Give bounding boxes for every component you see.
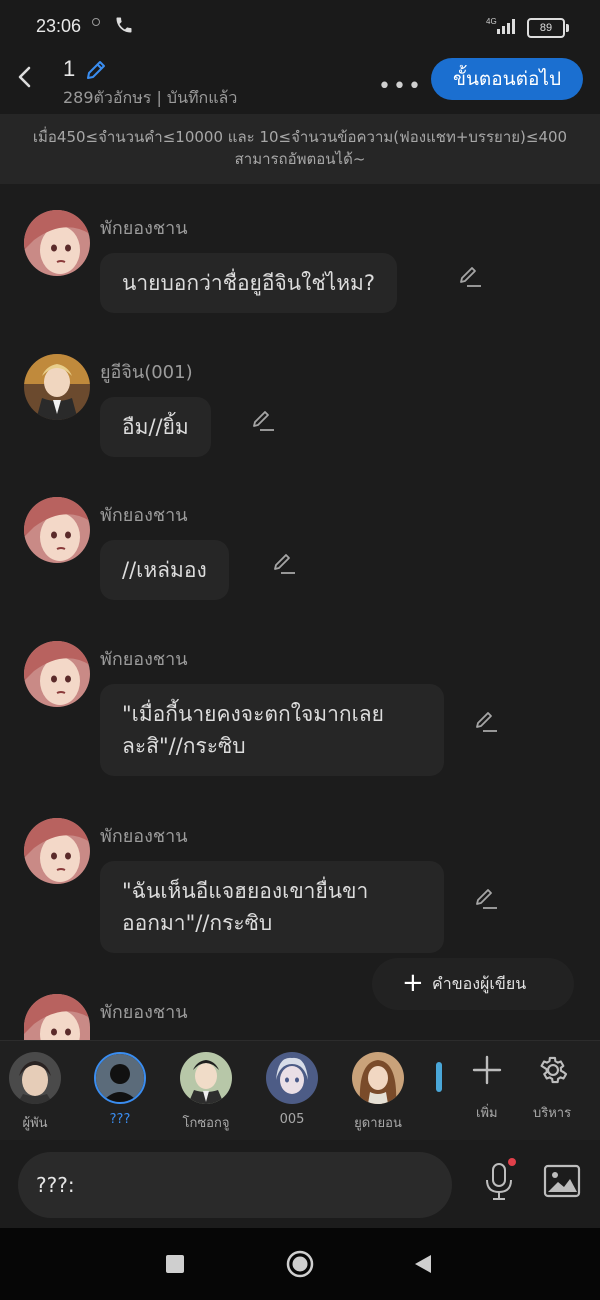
- notification-dot-icon: [92, 18, 100, 26]
- next-step-button[interactable]: ขั้นตอนต่อไป: [431, 58, 583, 100]
- notice-text: เมื่อ450≤จำนวนคำ≤10000 และ 10≤จำนวนข้อคว…: [20, 126, 580, 170]
- speaker-name: พักยองชาน: [100, 649, 188, 670]
- character-label: 005: [279, 1112, 305, 1127]
- more-options-icon[interactable]: •••: [378, 74, 423, 99]
- image-icon[interactable]: [543, 1164, 581, 1202]
- pink-hair-girl-avatar[interactable]: [24, 210, 90, 276]
- chat-bubble[interactable]: //เหล่มอง: [100, 540, 229, 600]
- character-label: ผู้พัน: [22, 1116, 48, 1131]
- chat-text: //เหล่มอง: [122, 558, 207, 582]
- speaker-name: พักยองชาน: [100, 826, 188, 847]
- plus-icon: +: [402, 968, 424, 998]
- triangle-back-icon[interactable]: [413, 1254, 433, 1278]
- edit-icon[interactable]: [473, 709, 499, 735]
- add-icon[interactable]: [471, 1054, 503, 1090]
- chat-text-line: ออกมา"//กระซิบ: [122, 911, 273, 935]
- word-count-status: 289ตัวอักษร | บันทึกแล้ว: [63, 88, 238, 107]
- gear-icon[interactable]: [536, 1053, 570, 1091]
- battery-icon: 89: [527, 18, 569, 38]
- divider: [0, 1040, 600, 1041]
- chat-text: อืม//ยิ้ม: [122, 415, 189, 439]
- notice-line-1: เมื่อ450≤จำนวนคำ≤10000 และ 10≤จำนวนข้อคว…: [32, 128, 568, 146]
- edit-icon[interactable]: [473, 886, 499, 912]
- pink-hair-girl-avatar[interactable]: [24, 497, 90, 563]
- edit-icon[interactable]: [271, 551, 297, 577]
- speaker-name: พักยองชาน: [100, 218, 188, 239]
- brown-hair-girl-avatar[interactable]: [352, 1052, 404, 1104]
- chat-text: นายบอกว่าชื่อยูอีจินใช่ไหม?: [122, 271, 376, 295]
- status-time: 23:06: [36, 16, 82, 36]
- blonde-boy-avatar[interactable]: [24, 354, 90, 420]
- character-label: โกซอกจู: [182, 1116, 230, 1131]
- silver-hair-avatar[interactable]: [266, 1052, 318, 1104]
- speaker-name: ยูอีจิน(001): [100, 362, 193, 383]
- author-words-button[interactable]: + คำของผู้เขียน: [372, 958, 574, 1010]
- chat-bubble[interactable]: "เมื่อกี้นายคงจะตกใจมากเลย ละสิ"//กระซิบ: [100, 684, 444, 776]
- add-character-label[interactable]: เพิ่ม: [476, 1102, 498, 1123]
- circle-home-icon[interactable]: [286, 1250, 314, 1282]
- notice-line-2: สามารถอัพตอนได้~: [234, 150, 366, 168]
- edit-icon[interactable]: [457, 264, 483, 290]
- dark-hair-man-avatar[interactable]: [9, 1052, 61, 1104]
- author-words-label: คำของผู้เขียน: [432, 974, 527, 993]
- manage-label[interactable]: บริหาร: [533, 1102, 571, 1123]
- phone-icon: [114, 15, 134, 39]
- pink-hair-girl-avatar[interactable]: [24, 994, 90, 1040]
- chat-text-line: ละสิ"//กระซิบ: [122, 734, 246, 758]
- message-input[interactable]: ???:: [18, 1152, 452, 1218]
- microphone-icon[interactable]: [482, 1158, 516, 1206]
- suit-man-avatar[interactable]: [180, 1052, 232, 1104]
- pink-hair-girl-avatar[interactable]: [24, 818, 90, 884]
- chat-text-line: "เมื่อกี้นายคงจะตกใจมากเลย: [122, 702, 384, 726]
- character-label: ???: [109, 1112, 131, 1127]
- chat-bubble[interactable]: "ฉันเห็นอีแจฮยองเขายื่นขา ออกมา"//กระซิบ: [100, 861, 444, 953]
- pencil-icon[interactable]: [84, 58, 108, 86]
- page-title: 1: [63, 56, 76, 81]
- silhouette-avatar[interactable]: [94, 1052, 146, 1104]
- chat-bubble[interactable]: อืม//ยิ้ม: [100, 397, 211, 457]
- edit-icon[interactable]: [250, 408, 276, 434]
- scroll-edge-avatar: [436, 1062, 442, 1092]
- pink-hair-girl-avatar[interactable]: [24, 641, 90, 707]
- back-arrow-icon[interactable]: [16, 66, 34, 92]
- chat-bubble[interactable]: นายบอกว่าชื่อยูอีจินใช่ไหม?: [100, 253, 398, 313]
- speaker-name: พักยองชาน: [100, 1002, 188, 1023]
- speaker-name: พักยองชาน: [100, 505, 188, 526]
- character-label: ยูดายอน: [354, 1116, 402, 1131]
- square-recents-icon[interactable]: [166, 1255, 184, 1273]
- signal-icon: [496, 18, 518, 38]
- chat-text-line: "ฉันเห็นอีแจฮยองเขายื่นขา: [122, 879, 369, 903]
